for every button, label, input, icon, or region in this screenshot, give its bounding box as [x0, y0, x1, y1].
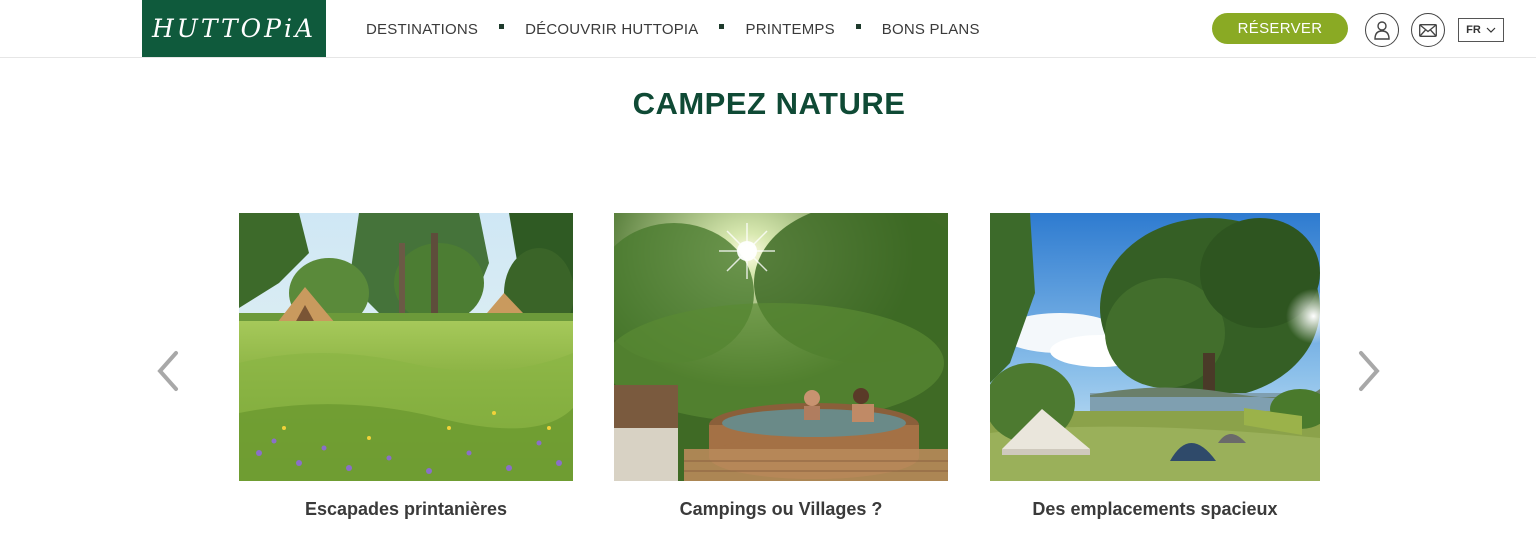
card-caption[interactable]: Escapades printanières	[239, 499, 573, 520]
card-caption[interactable]: Des emplacements spacieux	[990, 499, 1320, 520]
chevron-right-icon	[1359, 351, 1380, 391]
nav-separator	[499, 23, 505, 29]
main-nav: DESTINATIONS DÉCOUVRIR HUTTOPIA PRINTEMP…	[366, 0, 980, 58]
nav-printemps[interactable]: PRINTEMPS	[745, 21, 834, 38]
carousel-prev-button[interactable]	[156, 350, 180, 392]
nav-separator	[855, 23, 861, 29]
section-title: CAMPEZ NATURE	[632, 86, 906, 121]
reserve-button[interactable]: RÉSERVER	[1212, 13, 1348, 44]
mail-icon	[1419, 23, 1437, 37]
card-caption[interactable]: Campings ou Villages ?	[614, 499, 948, 520]
account-button[interactable]	[1365, 13, 1399, 47]
language-value: FR	[1466, 24, 1481, 36]
user-icon	[1374, 21, 1390, 40]
carousel-next-button[interactable]	[1357, 350, 1381, 392]
huttopia-logo[interactable]: HUTTOPiA	[142, 0, 326, 57]
chevron-down-icon	[1486, 27, 1496, 33]
nav-destinations[interactable]: DESTINATIONS	[366, 21, 478, 38]
language-select[interactable]: FR	[1458, 18, 1504, 42]
card-image-campsite[interactable]	[990, 213, 1320, 481]
site-header: HUTTOPiA DESTINATIONS DÉCOUVRIR HUTTOPIA…	[0, 0, 1536, 58]
nav-separator	[719, 23, 725, 29]
nav-decouvrir-huttopia[interactable]: DÉCOUVRIR HUTTOPIA	[525, 21, 698, 38]
nav-bons-plans[interactable]: BONS PLANS	[882, 21, 980, 38]
logo-text: HUTTOPiA	[151, 14, 317, 43]
card-image-hot-tub[interactable]	[614, 213, 948, 481]
card-image-meadow-tents[interactable]	[239, 213, 573, 481]
chevron-left-icon	[157, 351, 178, 391]
contact-button[interactable]	[1411, 13, 1445, 47]
